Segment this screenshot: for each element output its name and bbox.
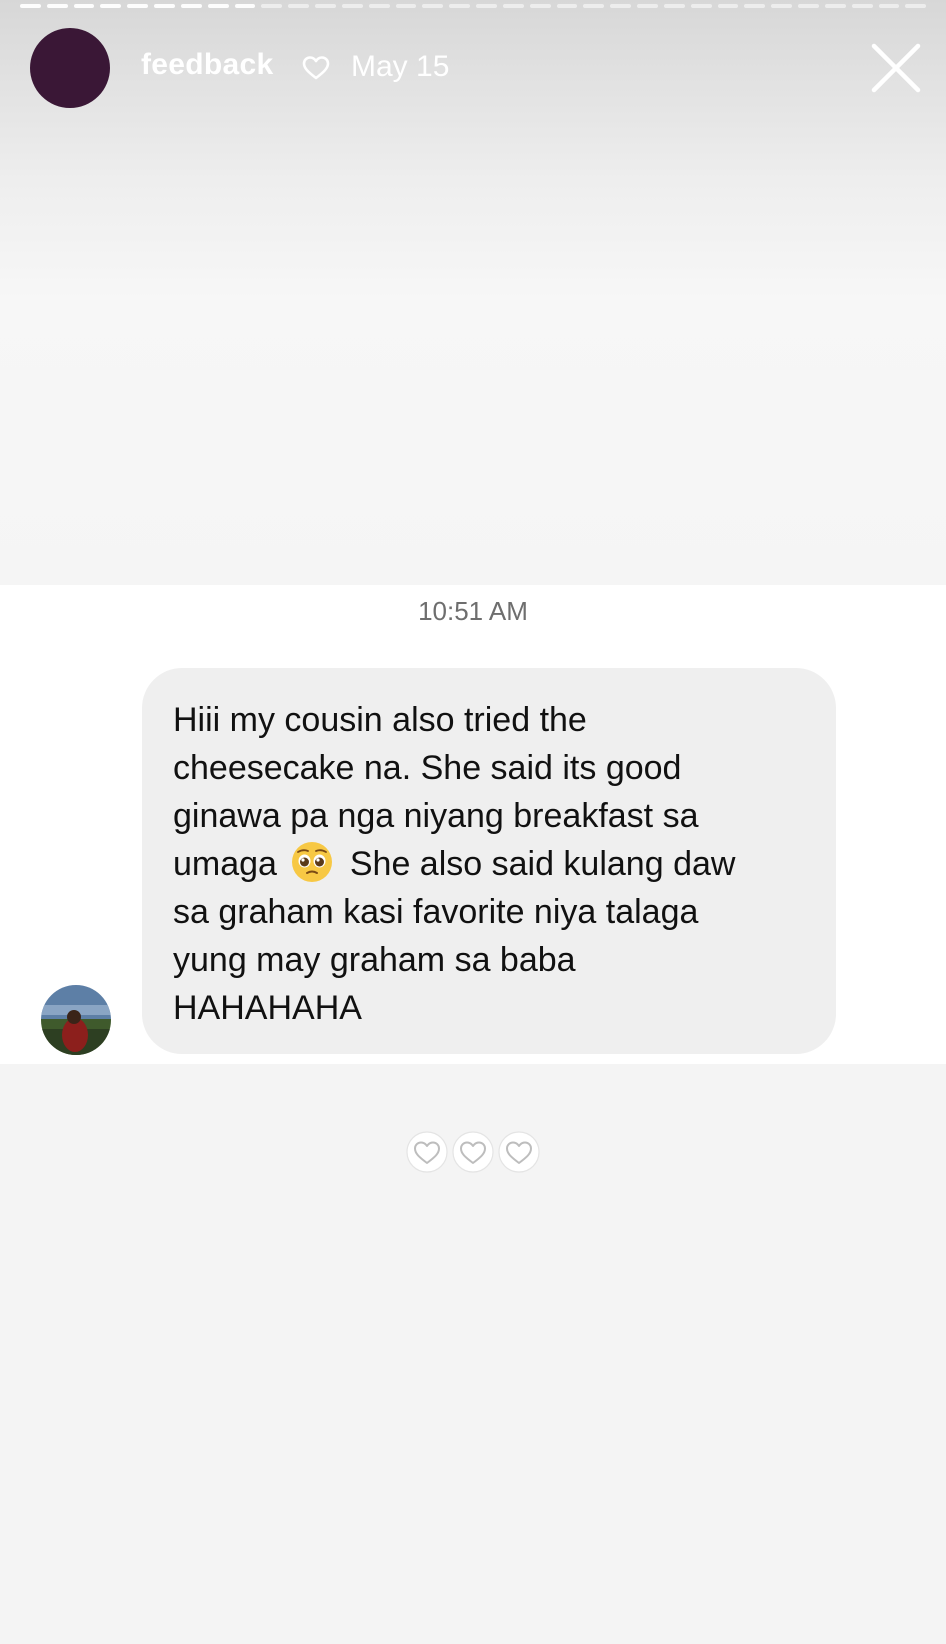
- progress-segment: [261, 4, 283, 8]
- progress-segment: [395, 4, 417, 8]
- progress-segment: [73, 4, 95, 8]
- progress-segment: [180, 4, 202, 8]
- progress-segment: [476, 4, 497, 8]
- progress-segment: [556, 4, 578, 8]
- progress-segment: [637, 4, 658, 8]
- message-bubble[interactable]: Hiii my cousin also tried the cheesecake…: [142, 668, 836, 1054]
- progress-segment: [771, 4, 793, 8]
- story-date: May 15: [351, 50, 450, 83]
- progress-segment: [368, 4, 390, 8]
- story-background: [0, 0, 946, 585]
- heart-reaction-icon[interactable]: [497, 1130, 541, 1174]
- close-icon[interactable]: [868, 40, 924, 96]
- progress-segment: [529, 4, 551, 8]
- reaction-hearts[interactable]: [405, 1130, 541, 1174]
- heart-reaction-icon[interactable]: [405, 1130, 449, 1174]
- progress-segment: [502, 4, 524, 8]
- progress-segment: [851, 4, 873, 8]
- progress-segment: [127, 4, 149, 8]
- story-progress-bar: [20, 4, 927, 8]
- message-timestamp: 10:51 AM: [418, 596, 528, 626]
- progress-segment: [341, 4, 363, 8]
- progress-segment: [20, 4, 41, 8]
- progress-segment: [717, 4, 739, 8]
- progress-segment: [583, 4, 605, 8]
- progress-segment: [690, 4, 712, 8]
- progress-segment: [663, 4, 685, 8]
- sender-avatar: [41, 985, 111, 1055]
- progress-segment: [288, 4, 310, 8]
- progress-segment: [234, 4, 256, 8]
- heart-icon: [302, 56, 330, 80]
- progress-segment: [100, 4, 122, 8]
- progress-segment: [905, 4, 927, 8]
- heart-reaction-icon[interactable]: [451, 1130, 495, 1174]
- profile-avatar[interactable]: [30, 28, 110, 108]
- progress-segment: [798, 4, 819, 8]
- progress-segment: [878, 4, 900, 8]
- progress-segment: [824, 4, 846, 8]
- progress-segment: [207, 4, 229, 8]
- progress-segment: [315, 4, 336, 8]
- progress-segment: [449, 4, 471, 8]
- progress-segment: [744, 4, 766, 8]
- progress-segment: [46, 4, 68, 8]
- progress-segment: [154, 4, 175, 8]
- progress-segment: [422, 4, 444, 8]
- story-username[interactable]: feedback: [141, 48, 273, 82]
- progress-segment: [610, 4, 632, 8]
- message-text: Hiii my cousin also tried the cheesecake…: [173, 696, 806, 1032]
- pleading-face-emoji-icon: [292, 842, 333, 882]
